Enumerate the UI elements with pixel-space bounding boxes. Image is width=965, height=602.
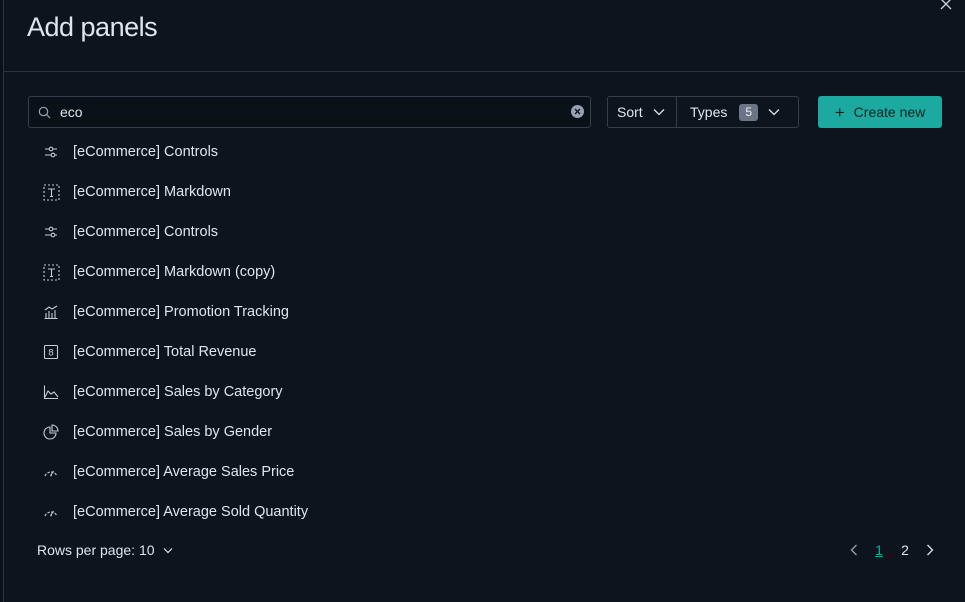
markdown-icon xyxy=(42,263,60,281)
close-button[interactable] xyxy=(938,0,954,12)
panel-title: [eCommerce] Controls xyxy=(73,144,219,160)
panel-title: [eCommerce] Sales by Gender xyxy=(73,424,273,440)
pie-chart-icon xyxy=(42,423,60,441)
controls-icon xyxy=(42,223,60,241)
types-count-badge: 5 xyxy=(739,103,759,121)
clear-search-button[interactable] xyxy=(571,105,584,118)
chevron-left-icon xyxy=(850,544,857,556)
panel-title: [eCommerce] Markdown xyxy=(73,184,231,200)
gauge-icon xyxy=(42,463,60,481)
controls-icon xyxy=(42,143,60,161)
plus-icon: + xyxy=(834,102,845,122)
panel-list-item[interactable]: [eCommerce] Sales by Category xyxy=(28,372,942,412)
panel-list: [eCommerce] Controls [eCommerce] Markdown… xyxy=(28,132,942,532)
svg-text:8: 8 xyxy=(48,349,54,359)
panel-title: [eCommerce] Average Sales Price xyxy=(73,464,295,480)
panel-list-item[interactable]: [eCommerce] Controls xyxy=(28,212,942,252)
chevron-right-icon xyxy=(927,544,934,556)
create-new-button[interactable]: + Create new xyxy=(818,96,942,128)
panel-title: [eCommerce] Sales by Category xyxy=(73,384,283,400)
search-icon xyxy=(38,106,51,119)
tsvb-icon xyxy=(42,303,60,321)
panel-list-item[interactable]: [eCommerce] Markdown (copy) xyxy=(28,252,942,292)
search-input[interactable] xyxy=(60,97,560,127)
panel-list-item[interactable]: [eCommerce] Average Sold Quantity xyxy=(28,492,942,532)
panel-list-item[interactable]: [eCommerce] Markdown xyxy=(28,172,942,212)
table-footer: Rows per page: 10 1 2 xyxy=(37,542,942,562)
search-field xyxy=(28,96,591,128)
panel-title: [eCommerce] Average Sold Quantity xyxy=(73,504,309,520)
pagination: 1 2 xyxy=(842,542,942,558)
panel-title: [eCommerce] Total Revenue xyxy=(73,344,257,360)
add-panels-flyout: Add panels Sort xyxy=(3,0,965,602)
page-2-button[interactable]: 2 xyxy=(892,542,918,558)
panel-list-item[interactable]: [eCommerce] Promotion Tracking xyxy=(28,292,942,332)
panel-list-item[interactable]: [eCommerce] Average Sales Price xyxy=(28,452,942,492)
types-label: Types xyxy=(690,104,728,120)
create-new-label: Create new xyxy=(853,104,926,120)
gauge-icon xyxy=(42,503,60,521)
flyout-header: Add panels xyxy=(4,0,965,72)
panel-title: [eCommerce] Markdown (copy) xyxy=(73,264,276,280)
flyout-title: Add panels xyxy=(27,12,158,42)
chevron-down-icon xyxy=(163,547,172,553)
area-chart-icon xyxy=(42,383,60,401)
sort-button[interactable]: Sort xyxy=(608,97,677,127)
toolbar: Sort Types 5 + Create new xyxy=(28,96,942,128)
markdown-icon xyxy=(42,183,60,201)
panel-list-item[interactable]: [eCommerce] Controls xyxy=(28,132,942,172)
rows-per-page-button[interactable]: Rows per page: 10 xyxy=(37,542,173,558)
panel-list-item[interactable]: 8 [eCommerce] Total Revenue xyxy=(28,332,942,372)
rows-per-page-label: Rows per page: 10 xyxy=(37,542,155,558)
panel-title: [eCommerce] Controls xyxy=(73,224,219,240)
filter-group: Sort Types 5 xyxy=(607,96,799,128)
clear-icon xyxy=(574,108,581,115)
types-filter-button[interactable]: Types 5 xyxy=(677,97,798,127)
next-page-button[interactable] xyxy=(918,544,942,556)
close-icon xyxy=(940,0,952,10)
metric-icon: 8 xyxy=(42,343,60,361)
page-1-button[interactable]: 1 xyxy=(866,542,892,558)
sort-label: Sort xyxy=(617,104,643,120)
chevron-down-icon xyxy=(768,109,780,116)
panel-list-item[interactable]: [eCommerce] Sales by Gender xyxy=(28,412,942,452)
previous-page-button[interactable] xyxy=(842,544,866,556)
panel-title: [eCommerce] Promotion Tracking xyxy=(73,304,289,320)
chevron-down-icon xyxy=(653,109,665,116)
